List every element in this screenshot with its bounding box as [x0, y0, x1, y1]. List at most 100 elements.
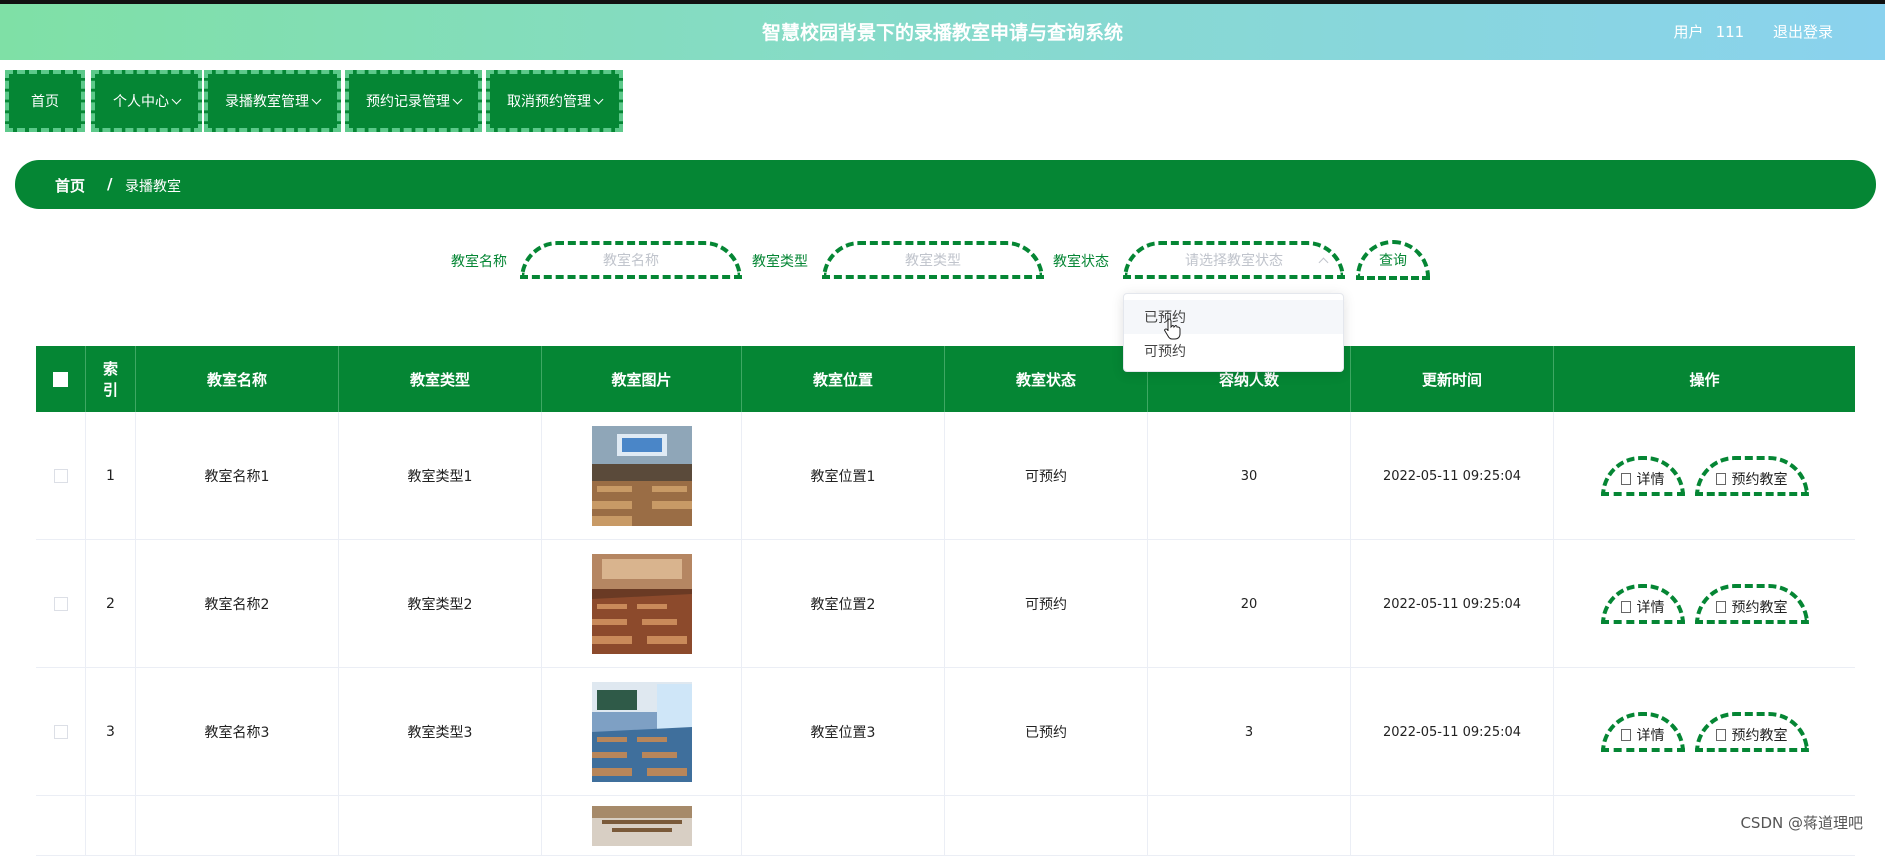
hand-pointer-icon [1164, 318, 1181, 340]
user-name: 111 [1715, 23, 1745, 41]
status-option-reserved[interactable]: 已预约 [1124, 300, 1343, 334]
row-checkbox[interactable] [53, 597, 68, 611]
reserve-button[interactable]: 预约教室 [1694, 584, 1809, 624]
detail-label: 详情 [1636, 472, 1665, 488]
nav-item-personal-center[interactable]: 个人中心 [91, 70, 202, 132]
nav-item-home[interactable]: 首页 [5, 70, 85, 132]
type-search-label: 教室类型 [752, 254, 808, 270]
cell-capacity: 30 [1148, 412, 1351, 540]
cell-location: 教室位置2 [742, 540, 945, 668]
reserve-button[interactable]: 预约教室 [1694, 456, 1809, 496]
type-search-input[interactable]: 教室类型 [822, 241, 1044, 279]
document-icon [1715, 601, 1726, 613]
select-all-checkbox[interactable] [53, 371, 68, 387]
site-title: 智慧校园背景下的录播教室申请与查询系统 [761, 22, 1123, 44]
name-placeholder: 教室名称 [603, 253, 659, 269]
cell-image [542, 796, 742, 856]
cell-updated: 2022-05-11 09:25:04 [1351, 412, 1554, 540]
breadcrumb: 首页 / 录播教室 [15, 160, 1876, 209]
classroom-photo[interactable] [591, 426, 692, 526]
classroom-photo[interactable] [591, 682, 692, 782]
reserve-label: 预约教室 [1731, 728, 1788, 744]
cell-location [742, 796, 945, 856]
header-image: 教室图片 [542, 346, 742, 412]
cell-image [542, 540, 742, 668]
header-type: 教室类型 [339, 346, 542, 412]
query-button[interactable]: 查询 [1356, 240, 1430, 280]
breadcrumb-current: 录播教室 [125, 179, 181, 195]
cell-actions: 详情 预约教室 [1554, 412, 1855, 540]
cell-index [86, 796, 136, 856]
status-option-available[interactable]: 可预约 [1124, 334, 1343, 368]
nav-label: 录播教室管理 [225, 94, 309, 110]
cell-index: 3 [86, 668, 136, 796]
cell-capacity [1148, 796, 1351, 856]
cell-capacity: 20 [1148, 540, 1351, 668]
cell-location: 教室位置1 [742, 412, 945, 540]
breadcrumb-separator: / [107, 175, 113, 193]
nav-label: 首页 [31, 94, 59, 110]
nav-item-reservation-records[interactable]: 预约记录管理 [345, 70, 482, 132]
document-icon [1715, 729, 1726, 741]
table-row: 1 教室名称1 教室类型1 教室位置1 可预约 30 2022-05-11 09… [36, 412, 1855, 540]
header-index: 索引 [86, 346, 136, 412]
status-placeholder: 请选择教室状态 [1185, 253, 1283, 269]
status-search-label: 教室状态 [1053, 254, 1109, 270]
table-row: 2 教室名称2 教室类型2 教室位置2 可预约 20 2022-05-11 09… [36, 540, 1855, 668]
name-search-input[interactable]: 教室名称 [520, 241, 742, 279]
classroom-photo[interactable] [591, 806, 692, 846]
status-dropdown: 已预约 可预约 [1123, 293, 1344, 372]
cell-type: 教室类型2 [339, 540, 542, 668]
cell-updated: 2022-05-11 09:25:04 [1351, 540, 1554, 668]
nav-item-classroom-management[interactable]: 录播教室管理 [204, 70, 341, 132]
table-row [36, 796, 1855, 856]
breadcrumb-home[interactable]: 首页 [55, 175, 85, 196]
chevron-down-icon [171, 94, 182, 104]
cell-image [542, 668, 742, 796]
chevron-down-icon [311, 94, 322, 104]
header-status: 教室状态 [945, 346, 1148, 412]
cell-actions: 详情 预约教室 [1554, 540, 1855, 668]
document-icon [1620, 601, 1631, 613]
reserve-button[interactable]: 预约教室 [1694, 712, 1809, 752]
detail-button[interactable]: 详情 [1600, 584, 1685, 624]
select-all-header [36, 346, 86, 412]
header-actions: 操作 [1689, 370, 1720, 389]
name-search-label: 教室名称 [451, 254, 507, 270]
nav-label: 取消预约管理 [507, 94, 591, 110]
row-select-cell [36, 540, 86, 668]
chevron-down-icon [593, 94, 604, 104]
cell-type [339, 796, 542, 856]
cell-type: 教室类型3 [339, 668, 542, 796]
cell-location: 教室位置3 [742, 668, 945, 796]
detail-button[interactable]: 详情 [1600, 456, 1685, 496]
classroom-photo[interactable] [591, 554, 692, 654]
document-icon [1620, 729, 1631, 741]
cell-index: 1 [86, 412, 136, 540]
logout-link[interactable]: 退出登录 [1773, 23, 1833, 41]
document-icon [1715, 473, 1726, 485]
detail-label: 详情 [1636, 728, 1665, 744]
row-checkbox[interactable] [53, 725, 68, 739]
reserve-label: 预约教室 [1731, 472, 1788, 488]
cell-status: 已预约 [945, 668, 1148, 796]
status-select[interactable]: 请选择教室状态 [1123, 241, 1345, 279]
header-name: 教室名称 [136, 346, 339, 412]
table-row: 3 教室名称3 教室类型3 教室位置3 已预约 3 2022-05-11 09:… [36, 668, 1855, 796]
cell-status [945, 796, 1148, 856]
row-select-cell [36, 668, 86, 796]
cell-name: 教室名称1 [136, 412, 339, 540]
nav-label: 个人中心 [113, 94, 169, 110]
cell-capacity: 3 [1148, 668, 1351, 796]
user-area: 用户 111 退出登录 [1662, 21, 1833, 42]
reserve-label: 预约教室 [1731, 600, 1788, 616]
chevron-up-icon [1318, 257, 1329, 268]
detail-button[interactable]: 详情 [1600, 712, 1685, 752]
row-checkbox[interactable] [53, 469, 68, 483]
cell-actions: 详情 预约教室 [1554, 668, 1855, 796]
row-select-cell [36, 796, 86, 856]
table-header: 索引 教室名称 教室类型 教室图片 教室位置 教室状态 容纳人数 更新时间 操作 [36, 346, 1855, 412]
nav-item-cancel-reservation[interactable]: 取消预约管理 [486, 70, 623, 132]
type-placeholder: 教室类型 [905, 253, 961, 269]
detail-label: 详情 [1636, 600, 1665, 616]
